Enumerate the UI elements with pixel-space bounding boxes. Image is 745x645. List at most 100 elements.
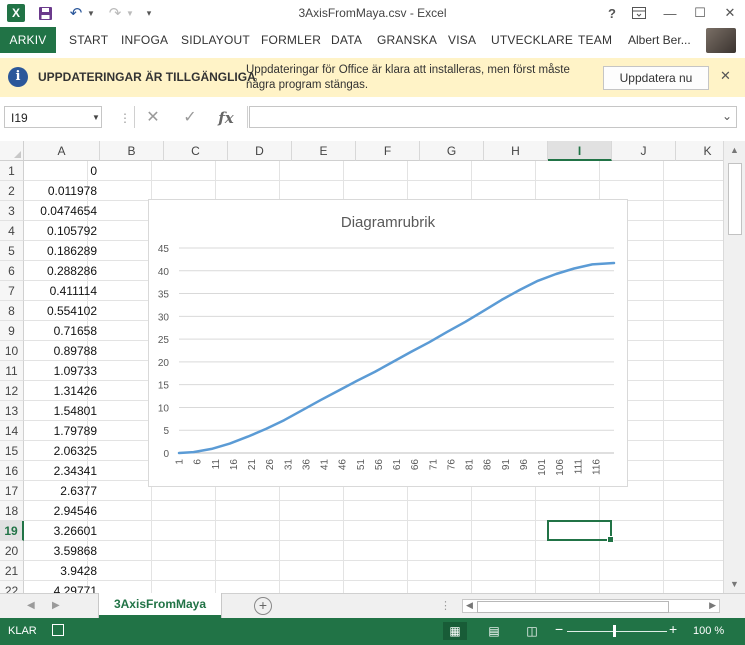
row-header[interactable]: 15 [0, 441, 24, 461]
cell-a[interactable]: 1.09733 [24, 361, 100, 381]
add-sheet-button[interactable]: + [254, 597, 272, 615]
cell-a[interactable]: 2.06325 [24, 441, 100, 461]
macro-record-icon[interactable] [52, 624, 64, 636]
row-header[interactable]: 10 [0, 341, 24, 361]
tab-infoga[interactable]: INFOGA [121, 33, 168, 47]
column-header-e[interactable]: E [292, 141, 356, 161]
ribbon-display-options-icon[interactable] [629, 4, 649, 22]
row-header[interactable]: 20 [0, 541, 24, 561]
row-header[interactable]: 9 [0, 321, 24, 341]
column-header-j[interactable]: J [612, 141, 676, 161]
row-header[interactable]: 2 [0, 181, 24, 201]
scroll-left-icon[interactable]: ◀ [466, 600, 473, 611]
row-header[interactable]: 8 [0, 301, 24, 321]
scroll-up-icon[interactable]: ▲ [730, 145, 739, 155]
row-header[interactable]: 5 [0, 241, 24, 261]
tab-formler[interactable]: FORMLER [261, 33, 321, 47]
cell-a[interactable]: 2.6377 [24, 481, 100, 501]
row-header[interactable]: 14 [0, 421, 24, 441]
row-header[interactable]: 19 [0, 521, 24, 541]
horizontal-scrollbar[interactable]: ◀ ▶ [462, 599, 720, 613]
row-header[interactable]: 7 [0, 281, 24, 301]
minimize-button[interactable]: — [660, 4, 680, 22]
tab-team[interactable]: TEAM [578, 33, 612, 47]
column-header-g[interactable]: G [420, 141, 484, 161]
page-break-view-icon[interactable]: ◫ [520, 622, 544, 640]
zoom-level[interactable]: 100 % [693, 625, 724, 637]
cell-a[interactable]: 1.79789 [24, 421, 100, 441]
normal-view-icon[interactable]: ▦ [443, 622, 467, 640]
update-now-button[interactable]: Uppdatera nu [603, 66, 709, 90]
scroll-right-icon[interactable]: ▶ [709, 600, 716, 611]
row-header[interactable]: 4 [0, 221, 24, 241]
tab-arkiv[interactable]: ARKIV [0, 27, 56, 53]
name-box[interactable]: I19 [4, 106, 102, 128]
expand-formula-bar-icon[interactable]: ⌄ [722, 109, 732, 123]
column-header-k[interactable]: K [676, 141, 723, 161]
series-line[interactable] [177, 261, 616, 455]
row-header[interactable]: 11 [0, 361, 24, 381]
row-header[interactable]: 21 [0, 561, 24, 581]
cell-a[interactable]: 0.0474654 [24, 201, 100, 221]
tab-utvecklare[interactable]: UTVECKLARE [491, 33, 573, 47]
horizontal-scroll-thumb[interactable] [477, 601, 669, 613]
column-header-d[interactable]: D [228, 141, 292, 161]
insert-function-icon[interactable]: fx [213, 106, 239, 130]
cell-a[interactable]: 1.31426 [24, 381, 100, 401]
tab-data[interactable]: DATA [331, 33, 362, 47]
cell-a[interactable]: 1.54801 [24, 401, 100, 421]
column-header-h[interactable]: H [484, 141, 548, 161]
name-box-dropdown-icon[interactable]: ▼ [92, 113, 100, 122]
cell-a[interactable]: 0.011978 [24, 181, 100, 201]
tab-granska[interactable]: GRANSKA [377, 33, 437, 47]
row-header[interactable]: 6 [0, 261, 24, 281]
user-name[interactable]: Albert Ber... [628, 33, 691, 47]
column-header-a[interactable]: A [24, 141, 100, 161]
cell-a[interactable]: 0.71658 [24, 321, 100, 341]
resize-handle-icon[interactable]: ⋮ [119, 111, 131, 125]
next-sheet-icon[interactable]: ▶ [52, 600, 60, 611]
cell-a[interactable]: 3.9428 [24, 561, 100, 581]
vertical-scroll-thumb[interactable] [728, 163, 742, 235]
zoom-out-icon[interactable]: − [555, 621, 563, 637]
tab-start[interactable]: START [69, 33, 108, 47]
cancel-icon[interactable]: ✕ [140, 106, 166, 130]
column-header-f[interactable]: F [356, 141, 420, 161]
cell-a[interactable]: 4.29771 [24, 581, 100, 593]
tab-visa[interactable]: VISA [448, 33, 476, 47]
zoom-slider-thumb[interactable] [613, 625, 616, 637]
row-header[interactable]: 1 [0, 161, 24, 181]
cell-a[interactable]: 0.411114 [24, 281, 100, 301]
sheet-tab-3axisfrommaya[interactable]: 3AxisFromMaya [99, 593, 221, 618]
cell-a[interactable]: 0.554102 [24, 301, 100, 321]
worksheet-grid[interactable]: ABCDEFGHIJK 1 0 2 0.011978 3 0.0474654 4 0.1057… [0, 141, 723, 593]
column-header-c[interactable]: C [164, 141, 228, 161]
column-header-b[interactable]: B [100, 141, 164, 161]
cell-a[interactable]: 3.59868 [24, 541, 100, 561]
help-button[interactable]: ? [602, 4, 622, 22]
vertical-scrollbar[interactable]: ▲ ▼ [723, 141, 745, 593]
close-message-icon[interactable]: ✕ [720, 68, 731, 84]
select-all-corner[interactable] [0, 141, 24, 161]
prev-sheet-icon[interactable]: ◀ [27, 600, 35, 611]
row-header[interactable]: 17 [0, 481, 24, 501]
row-header[interactable]: 3 [0, 201, 24, 221]
formula-input[interactable] [249, 106, 737, 128]
scroll-down-icon[interactable]: ▼ [730, 579, 739, 589]
zoom-in-icon[interactable]: + [669, 621, 677, 637]
avatar[interactable] [706, 28, 736, 53]
row-header[interactable]: 13 [0, 401, 24, 421]
cell-a[interactable]: 0 [24, 161, 100, 181]
active-cell-i19[interactable] [547, 520, 614, 543]
line-chart[interactable]: Diagramrubrik 0 5 10 15 20 25 30 35 40 45 1 6 11 16 21… [148, 199, 628, 487]
cell-a[interactable]: 2.94546 [24, 501, 100, 521]
enter-check-icon[interactable]: ✓ [177, 106, 203, 130]
page-layout-view-icon[interactable]: ▤ [482, 622, 506, 640]
cell-a[interactable]: 2.34341 [24, 461, 100, 481]
cell-a[interactable]: 0.89788 [24, 341, 100, 361]
cell-a[interactable]: 0.186289 [24, 241, 100, 261]
cell-a[interactable]: 3.26601 [24, 521, 100, 541]
cell-a[interactable]: 0.105792 [24, 221, 100, 241]
row-header[interactable]: 16 [0, 461, 24, 481]
tab-split-handle[interactable]: ⋮ [440, 599, 451, 612]
